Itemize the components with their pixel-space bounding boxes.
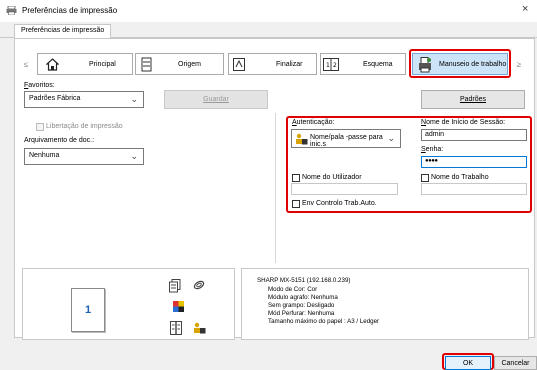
booklet-icon bbox=[170, 321, 182, 335]
nav-finalizar[interactable]: Finalizar bbox=[228, 53, 317, 75]
chevron-down-icon: ⌄ bbox=[130, 94, 138, 104]
nav-label-origem: Origem bbox=[178, 61, 201, 68]
nav-origem[interactable]: Origem bbox=[135, 53, 224, 75]
nav-principal[interactable]: Principal bbox=[37, 53, 133, 75]
svg-text:1: 1 bbox=[326, 62, 330, 69]
chevron-down-icon: ⌄ bbox=[130, 151, 138, 161]
favorites-select[interactable]: Padrões Fábrica ⌄ bbox=[24, 91, 144, 108]
page-number: 1 bbox=[84, 304, 92, 316]
document-filing-label: Arquivamento de doc.: bbox=[24, 137, 95, 144]
login-name-field[interactable]: admin bbox=[421, 129, 527, 141]
close-button[interactable]: × bbox=[522, 3, 528, 15]
nav-esquema[interactable]: 1 2 Esquema bbox=[320, 53, 406, 75]
finishing-icon bbox=[233, 58, 245, 71]
favorites-value: Padrões Fábrica bbox=[29, 95, 81, 102]
svg-text:2: 2 bbox=[333, 62, 337, 69]
authentication-label: Autenticação: bbox=[292, 119, 335, 126]
layout-icon: 1 2 bbox=[323, 58, 339, 71]
home-icon bbox=[46, 58, 59, 71]
staple-icon bbox=[193, 280, 205, 290]
column-divider bbox=[275, 113, 276, 263]
printer-icon bbox=[6, 6, 17, 15]
tab-print-preferences[interactable]: Preferências de impressão bbox=[14, 24, 112, 39]
user-lock-icon bbox=[296, 133, 308, 145]
user-name-field[interactable] bbox=[291, 183, 398, 195]
nav-label-esquema: Esquema bbox=[363, 61, 393, 68]
info-line-staple-module: Módulo agrafo: Nenhuma bbox=[268, 294, 338, 301]
save-button[interactable]: Guardar bbox=[164, 90, 268, 109]
authentication-value: Nome/pala -passe para inic.s bbox=[310, 134, 383, 148]
info-line-color-mode: Modo de Cor: Cor bbox=[268, 286, 318, 293]
cancel-button[interactable]: Cancelar bbox=[494, 356, 537, 370]
nav-label-finalizar: Finalizar bbox=[276, 61, 303, 68]
chevron-down-icon: ⌄ bbox=[387, 133, 395, 143]
device-model: SHARP MX-5151 (192.168.0.239) bbox=[257, 277, 351, 284]
color-mode-icon bbox=[173, 301, 184, 312]
info-line-max-paper-size: Tamanho máximo do papel : A3 / Ledger bbox=[268, 318, 380, 325]
print-release-checkbox[interactable] bbox=[36, 123, 44, 131]
scroll-left-button[interactable]: ≤ bbox=[20, 55, 32, 73]
nav-label-principal: Principal bbox=[89, 61, 116, 68]
password-label: Senha: bbox=[421, 146, 444, 153]
page-preview: 1 bbox=[71, 288, 105, 332]
user-name-checkbox[interactable] bbox=[292, 174, 300, 182]
job-name-field[interactable] bbox=[421, 183, 527, 195]
auto-job-control-checkbox[interactable] bbox=[292, 200, 300, 208]
document-filing-value: Nenhuma bbox=[29, 152, 60, 159]
info-line-stapleless: Sem grampo: Desligado bbox=[268, 302, 335, 309]
ok-button[interactable]: OK bbox=[445, 356, 491, 370]
print-release-label: Libertação de impressão bbox=[46, 123, 123, 130]
document-filing-select[interactable]: Nenhuma ⌄ bbox=[24, 148, 144, 165]
window-title: Preferências de impressão bbox=[22, 6, 118, 15]
paper-tray-icon bbox=[141, 57, 152, 72]
copies-icon bbox=[169, 279, 181, 293]
job-handling-icon bbox=[419, 57, 431, 73]
info-line-punch-module: Mód Perfurar: Nenhuma bbox=[268, 310, 335, 317]
auto-job-control-label: Env Controlo Trab.Auto. bbox=[302, 200, 377, 207]
nav-label-job-handling: Manuseio de trabalho bbox=[439, 61, 507, 68]
favorites-label: Favoritos: bbox=[24, 82, 55, 89]
defaults-button[interactable]: Padrões bbox=[421, 90, 525, 109]
user-name-label: Nome do Utilizador bbox=[302, 174, 362, 181]
job-name-label: Nome do Trabalho bbox=[431, 174, 489, 181]
authentication-select[interactable]: Nome/pala -passe para inic.s ⌄ bbox=[291, 129, 401, 148]
scroll-right-button[interactable]: ≥ bbox=[513, 55, 525, 73]
nav-manuseio-de-trabalho[interactable]: Manuseio de trabalho bbox=[412, 53, 508, 75]
login-name-label: Nome de Início de Sessão: bbox=[421, 119, 506, 126]
job-name-checkbox[interactable] bbox=[421, 174, 429, 182]
password-field[interactable]: ●●●● bbox=[421, 156, 527, 168]
user-authentication-icon bbox=[194, 322, 206, 334]
